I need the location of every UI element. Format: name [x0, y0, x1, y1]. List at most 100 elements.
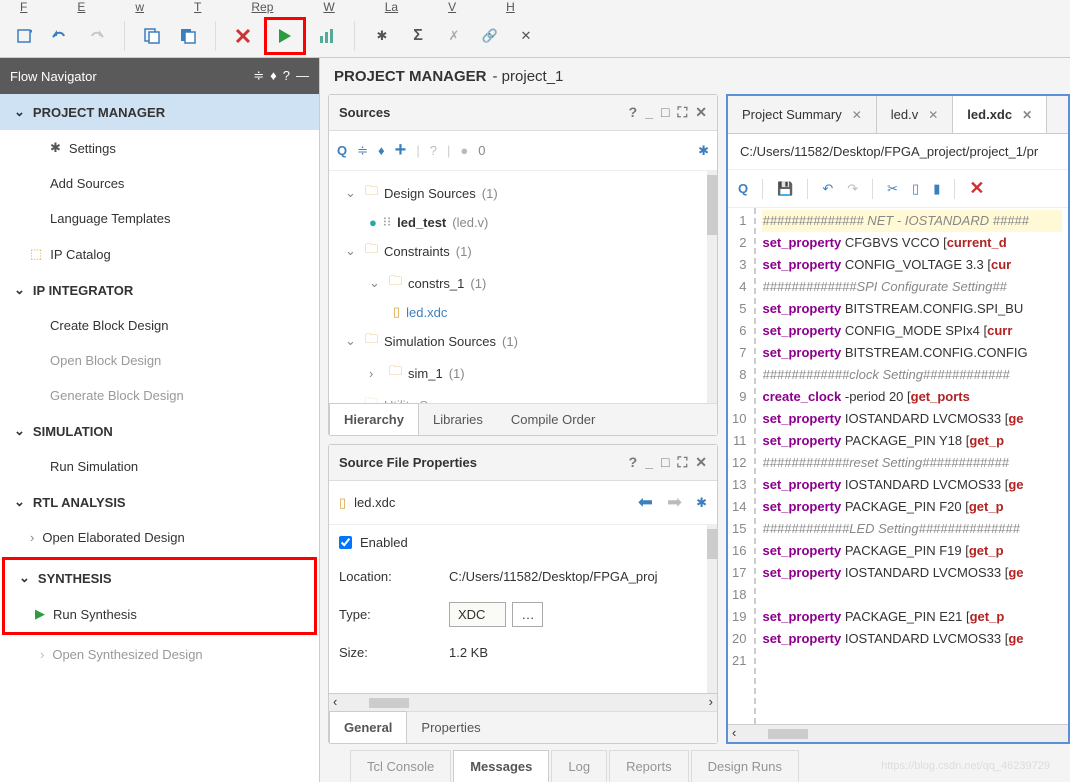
- maximize-icon[interactable]: ⛶: [677, 454, 687, 471]
- disconnect-icon[interactable]: ✕: [511, 21, 541, 51]
- tab-design-runs[interactable]: Design Runs: [691, 750, 799, 782]
- tree-design-sources[interactable]: ⌄🗀Design Sources(1): [333, 177, 713, 209]
- tree-constrs1[interactable]: ⌄🗀constrs_1(1): [333, 267, 713, 299]
- erase-icon[interactable]: ✗: [439, 21, 469, 51]
- gear-icon[interactable]: ✱: [698, 143, 709, 159]
- tree-led-xdc[interactable]: ▯led.xdc: [333, 299, 713, 325]
- forward-icon[interactable]: ➡: [667, 492, 682, 513]
- link-icon[interactable]: 🔗: [475, 21, 505, 51]
- paste-icon[interactable]: ▮: [933, 181, 940, 197]
- tab-properties[interactable]: Properties: [407, 712, 494, 743]
- menu-layout[interactable]: La: [385, 0, 398, 14]
- undo-icon[interactable]: [46, 21, 76, 51]
- nav-gen-block[interactable]: Generate Block Design: [0, 378, 319, 413]
- menu-view[interactable]: V: [448, 0, 456, 14]
- filter-icon[interactable]: ?: [430, 143, 437, 158]
- nav-open-elab[interactable]: ›Open Elaborated Design: [0, 520, 319, 555]
- browse-button[interactable]: …: [512, 602, 543, 627]
- menu-help[interactable]: H: [506, 0, 515, 14]
- tree-sim1[interactable]: ›🗀sim_1(1): [333, 357, 713, 389]
- minimize-icon[interactable]: —: [296, 68, 309, 84]
- enabled-checkbox[interactable]: [339, 536, 352, 549]
- tab-reports[interactable]: Reports: [609, 750, 689, 782]
- restore-icon[interactable]: □: [661, 454, 669, 471]
- close-icon[interactable]: ✕: [695, 454, 707, 471]
- menu-file[interactable]: F: [20, 0, 27, 14]
- scrollbar[interactable]: [707, 171, 717, 403]
- tree-constraints[interactable]: ⌄🗀Constraints(1): [333, 235, 713, 267]
- delete-icon[interactable]: ✕: [969, 178, 984, 199]
- nav-lang-templates[interactable]: Language Templates: [0, 201, 319, 236]
- tab-libraries[interactable]: Libraries: [419, 404, 497, 435]
- cut-icon[interactable]: ✂: [887, 181, 898, 197]
- nav-run-sim[interactable]: Run Simulation: [0, 449, 319, 484]
- tab-general[interactable]: General: [329, 711, 407, 743]
- maximize-icon[interactable]: ⛶: [677, 104, 687, 121]
- editor-h-scrollbar[interactable]: [728, 724, 1068, 742]
- menu-reports[interactable]: Rep: [251, 0, 273, 14]
- close-icon[interactable]: ✕: [928, 108, 938, 122]
- cancel-icon[interactable]: [228, 21, 258, 51]
- nav-settings[interactable]: ✱Settings: [0, 130, 319, 166]
- collapse-all-icon[interactable]: ≑: [357, 143, 368, 159]
- syn-section-header[interactable]: ⌄SYNTHESIS: [5, 560, 314, 596]
- type-value[interactable]: XDC: [449, 602, 506, 627]
- nav-open-synth[interactable]: ›Open Synthesized Design: [0, 637, 319, 672]
- tab-project-summary[interactable]: Project Summary✕: [728, 96, 877, 133]
- add-icon[interactable]: +: [395, 139, 407, 162]
- chart-icon[interactable]: [312, 21, 342, 51]
- search-icon[interactable]: Q: [738, 181, 748, 196]
- enabled-checkbox-row[interactable]: Enabled: [329, 525, 717, 560]
- undo-icon[interactable]: ↶: [822, 181, 833, 197]
- nav-open-block[interactable]: Open Block Design: [0, 343, 319, 378]
- minimize-icon[interactable]: _: [645, 104, 653, 121]
- close-icon[interactable]: ✕: [695, 104, 707, 121]
- menu-tools[interactable]: T: [194, 0, 201, 14]
- copy-icon[interactable]: [137, 21, 167, 51]
- run-button[interactable]: [264, 17, 306, 55]
- redo-icon[interactable]: [82, 21, 112, 51]
- help-icon[interactable]: ?: [629, 104, 638, 121]
- sim-section-header[interactable]: ⌄SIMULATION: [0, 413, 319, 449]
- tab-hierarchy[interactable]: Hierarchy: [329, 403, 419, 435]
- redo-icon[interactable]: ↷: [847, 181, 858, 197]
- sigma-icon[interactable]: Σ: [403, 21, 433, 51]
- minimize-icon[interactable]: _: [645, 454, 653, 471]
- search-icon[interactable]: Q: [337, 143, 347, 158]
- expand-all-icon[interactable]: ♦: [378, 143, 385, 158]
- ipi-section-header[interactable]: ⌄IP INTEGRATOR: [0, 272, 319, 308]
- tab-messages[interactable]: Messages: [453, 750, 549, 782]
- scrollbar[interactable]: [707, 525, 717, 693]
- nav-create-block[interactable]: Create Block Design: [0, 308, 319, 343]
- expand-icon[interactable]: ♦: [270, 68, 277, 84]
- copy-icon[interactable]: ▯: [912, 181, 919, 197]
- gear-icon[interactable]: ✱: [696, 495, 707, 511]
- help-icon[interactable]: ?: [629, 454, 638, 471]
- rtl-section-header[interactable]: ⌄RTL ANALYSIS: [0, 484, 319, 520]
- tree-util[interactable]: ⌄🗀Utility Sources: [333, 389, 713, 403]
- help-icon[interactable]: ?: [283, 68, 290, 84]
- tab-log[interactable]: Log: [551, 750, 607, 782]
- tab-led-xdc[interactable]: led.xdc✕: [953, 96, 1047, 133]
- nav-ip-catalog[interactable]: ⬚IP Catalog: [0, 236, 319, 272]
- code-lines[interactable]: ############## NET - IOSTANDARD #####set…: [756, 208, 1068, 724]
- code-area[interactable]: 123456789101112131415161718192021 ######…: [728, 208, 1068, 724]
- h-scrollbar[interactable]: ›: [329, 693, 717, 711]
- pm-section-header[interactable]: ⌄PROJECT MANAGER: [0, 94, 319, 130]
- menu-edit[interactable]: E: [77, 0, 85, 14]
- nav-add-sources[interactable]: Add Sources: [0, 166, 319, 201]
- tree-led-test[interactable]: ●⁝⁝led_test(led.v): [333, 209, 713, 235]
- menu-window[interactable]: W: [323, 0, 334, 14]
- menu-flow[interactable]: w: [135, 0, 144, 14]
- tab-led-v[interactable]: led.v✕: [877, 96, 954, 133]
- tab-tcl[interactable]: Tcl Console: [350, 750, 451, 782]
- back-icon[interactable]: ⬅: [638, 492, 653, 513]
- tab-compile-order[interactable]: Compile Order: [497, 404, 610, 435]
- gear-icon[interactable]: ✱: [367, 21, 397, 51]
- nav-run-synthesis[interactable]: ▶Run Synthesis: [5, 596, 314, 632]
- close-icon[interactable]: ✕: [1022, 108, 1032, 122]
- restore-icon[interactable]: □: [661, 104, 669, 121]
- new-icon[interactable]: [10, 21, 40, 51]
- tree-sim-sources[interactable]: ⌄🗀Simulation Sources(1): [333, 325, 713, 357]
- close-icon[interactable]: ✕: [852, 108, 862, 122]
